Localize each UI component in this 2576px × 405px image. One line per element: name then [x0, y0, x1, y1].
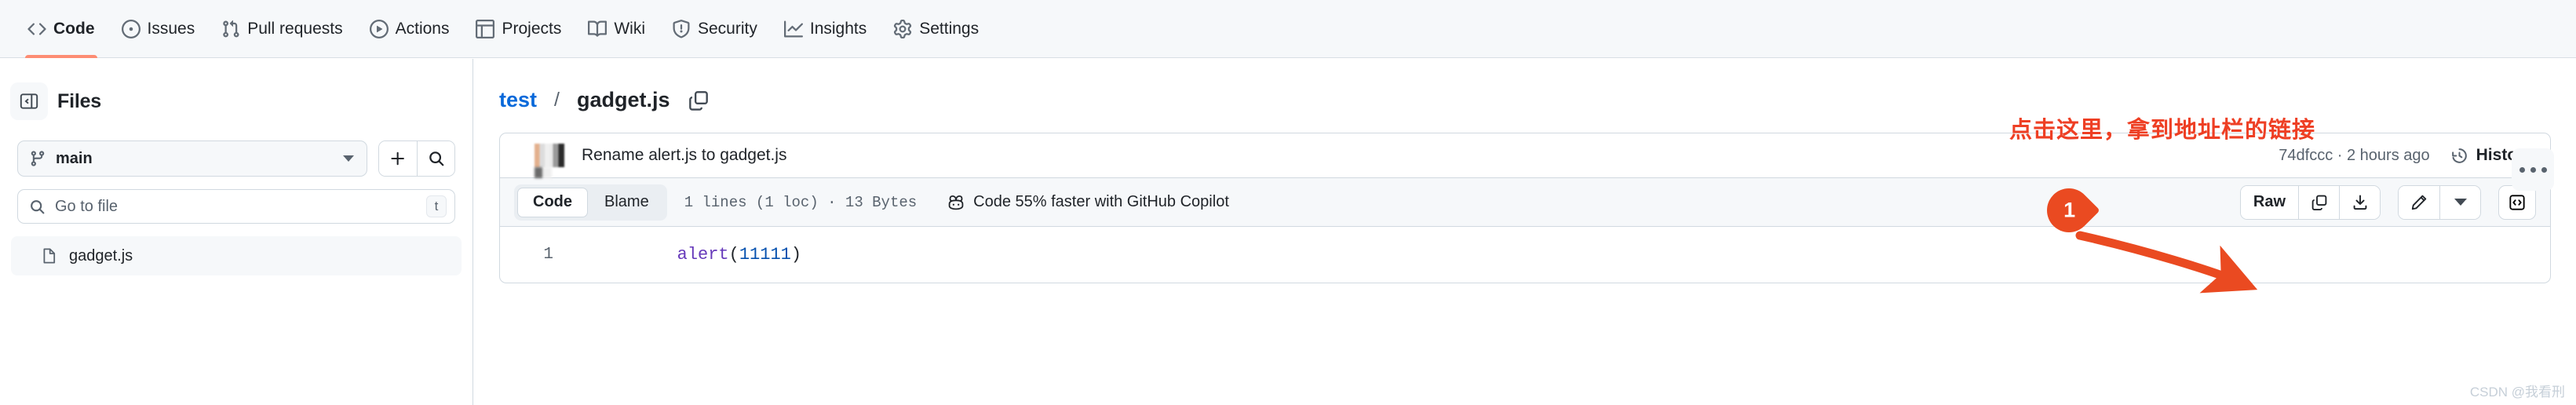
breadcrumb-repo-link[interactable]: test [499, 88, 537, 112]
code-viewer: 1 alert(11111) [499, 227, 2551, 283]
copilot-promo-label: Code 55% faster with GitHub Copilot [973, 193, 1229, 210]
code-line[interactable]: alert(11111) [594, 225, 801, 284]
copy-icon [2311, 195, 2326, 210]
file-list: gadget.js [11, 236, 462, 275]
search-files-button[interactable] [417, 141, 454, 176]
code-icon [27, 20, 46, 38]
nav-item-settings[interactable]: Settings [880, 0, 992, 58]
edit-dropdown-button[interactable] [2439, 185, 2480, 219]
book-icon [588, 20, 608, 38]
copilot-icon [947, 193, 965, 212]
code-token-number: 11111 [739, 245, 791, 265]
sidebar-collapse-icon[interactable] [10, 82, 48, 120]
git-branch-icon [29, 150, 46, 167]
step-marker-number: 1 [2063, 198, 2075, 222]
chevron-down-icon [2454, 199, 2467, 206]
nav-item-pull-requests[interactable]: Pull requests [208, 0, 356, 58]
nav-item-label: Insights [809, 20, 867, 38]
nav-item-actions[interactable]: Actions [356, 0, 463, 58]
files-sidebar: Files main t [0, 59, 473, 405]
file-stats-label: 1 lines (1 loc) · 13 Bytes [684, 193, 918, 211]
edit-file-button[interactable] [2399, 185, 2439, 219]
annotation-text: 点击这里，拿到地址栏的链接 [2009, 118, 2316, 143]
go-to-file-shortcut: t [426, 195, 447, 217]
nav-item-projects[interactable]: Projects [462, 0, 575, 58]
raw-copy-download-group: Raw [2239, 184, 2381, 220]
code-blame-tabs: Code Blame [514, 184, 667, 221]
breadcrumb-current-file: gadget.js [576, 88, 670, 111]
code-brackets-icon [2509, 194, 2525, 210]
edit-file-group [2398, 184, 2481, 220]
commit-hash-and-time: 74dfccc · 2 hours ago [2279, 146, 2430, 164]
file-icon [41, 247, 58, 265]
code-token-punct: ) [790, 245, 802, 265]
nav-item-insights[interactable]: Insights [771, 0, 880, 58]
git-pull-request-icon [221, 20, 240, 38]
nav-item-label: Settings [919, 20, 980, 38]
go-to-file-search[interactable]: t [17, 189, 455, 224]
file-actions: Raw [2239, 184, 2536, 220]
breadcrumb: test / gadget.js [474, 59, 2576, 112]
sidebar-actions [378, 140, 455, 177]
nav-item-label: Code [53, 20, 95, 38]
download-raw-button[interactable] [2339, 185, 2380, 219]
kebab-dot [2541, 166, 2547, 173]
search-icon [429, 151, 443, 166]
branch-row: main [0, 120, 473, 177]
graph-icon [783, 20, 803, 38]
issue-opened-icon [121, 19, 140, 38]
copilot-promo-button[interactable]: Code 55% faster with GitHub Copilot [947, 193, 1229, 212]
tab-blame[interactable]: Blame [589, 188, 664, 217]
nav-item-security[interactable]: Security [659, 0, 771, 58]
copy-path-icon[interactable] [688, 89, 710, 111]
nav-item-label: Wiki [614, 20, 645, 38]
files-title: Files [57, 89, 101, 112]
branch-name-label: main [56, 149, 93, 167]
chevron-down-icon [343, 155, 354, 162]
file-name-label: gadget.js [69, 246, 133, 265]
history-icon [2450, 147, 2468, 165]
copy-raw-button[interactable] [2298, 185, 2339, 219]
nav-item-label: Pull requests [247, 20, 343, 38]
add-file-button[interactable] [379, 141, 417, 176]
repository-nav: Code Issues Pull requests Actions Projec… [0, 0, 2576, 58]
github-file-view-page: Code Issues Pull requests Actions Projec… [0, 0, 2576, 405]
kebab-menu-icon[interactable] [2512, 148, 2554, 191]
breadcrumb-separator: / [554, 89, 560, 111]
file-list-item-gadget-js[interactable]: gadget.js [11, 236, 462, 275]
file-toolbar: Code Blame 1 lines (1 loc) · 13 Bytes Co… [499, 178, 2551, 227]
nav-item-label: Issues [147, 20, 195, 38]
nav-item-issues[interactable]: Issues [108, 0, 209, 58]
kebab-dot [2519, 166, 2525, 173]
commit-meta-group: 74dfccc · 2 hours ago History [2279, 146, 2533, 165]
download-icon [2353, 195, 2366, 210]
kebab-dot [2530, 166, 2536, 173]
nav-item-label: Actions [395, 20, 450, 38]
play-icon [369, 19, 389, 38]
go-to-file-input[interactable] [55, 197, 417, 216]
line-number[interactable]: 1 [500, 246, 567, 264]
table-icon [476, 19, 495, 38]
tab-code[interactable]: Code [517, 187, 588, 217]
files-header: Files [0, 59, 473, 120]
nav-item-wiki[interactable]: Wiki [575, 0, 659, 58]
branch-selector-button[interactable]: main [17, 140, 367, 177]
plus-icon [391, 151, 404, 166]
code-token-function: alert [677, 245, 729, 265]
pencil-icon [2411, 195, 2427, 210]
commit-message[interactable]: Rename alert.js to gadget.js [582, 146, 786, 165]
watermark: CSDN @我看刑 [2469, 385, 2565, 400]
gear-icon [893, 19, 912, 38]
nav-item-label: Security [698, 20, 757, 38]
raw-button[interactable]: Raw [2240, 185, 2298, 219]
nav-item-label: Projects [502, 20, 562, 38]
shield-icon [672, 19, 691, 38]
nav-item-code[interactable]: Code [14, 0, 108, 58]
search-icon [29, 199, 46, 215]
code-token-punct: ( [728, 245, 739, 265]
avatar [535, 144, 564, 167]
raw-label: Raw [2253, 193, 2286, 210]
